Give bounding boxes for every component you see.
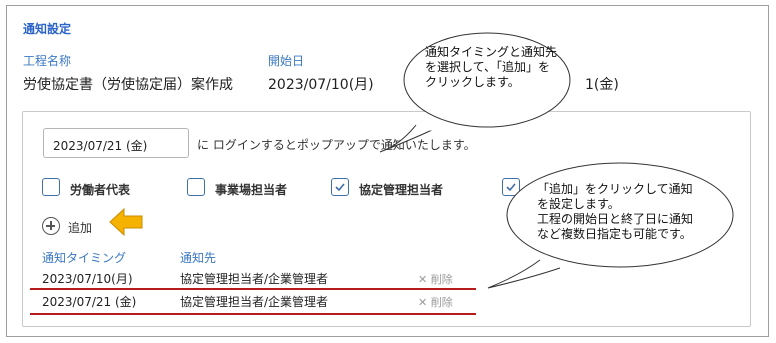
callout-right-text: 「追加」をクリックして通知 を設定します。 工程の開始日と終了日に通知 など複数… (537, 182, 693, 242)
checkbox-site-manager[interactable] (187, 178, 205, 196)
close-icon: ✕ (418, 296, 428, 309)
check-icon (335, 183, 345, 192)
close-icon: ✕ (418, 273, 428, 286)
notify-date-input[interactable]: 2023/07/21 (金) (43, 128, 189, 158)
add-icon[interactable] (42, 217, 60, 235)
checkbox-label-agreement-manager: 協定管理担当者 (359, 183, 444, 197)
row-underline (30, 313, 476, 315)
row-recipient: 協定管理担当者/企業管理者 (180, 272, 329, 286)
checkbox-agreement-manager[interactable] (331, 178, 349, 196)
callout-right-line: 「追加」をクリックして通知 (537, 182, 693, 196)
start-date-value: 2023/07/10(月) (268, 77, 374, 93)
callout-right-line: など複数日指定も可能です。 (537, 227, 692, 241)
row-recipient: 協定管理担当者/企業管理者 (180, 295, 329, 309)
row-timing: 2023/07/21 (金) (42, 295, 137, 309)
delete-label: 削除 (430, 273, 453, 286)
callout-top-line: を選択して、「追加」を (425, 60, 551, 74)
process-name-value: 労使協定書（労使協定届）案作成 (23, 77, 233, 93)
callout-right-line: を設定します。 (537, 197, 620, 211)
column-header-timing: 通知タイミング (42, 251, 127, 265)
callout-top-text: 通知タイミングと通知先 を選択して、「追加」を クリックします。 (425, 45, 557, 90)
checkbox-label-site-manager: 事業場担当者 (215, 183, 288, 197)
delete-button[interactable]: ✕ 削除 (418, 294, 453, 310)
left-arrow-icon (109, 207, 143, 237)
callout-top-line: 通知タイミングと通知先 (425, 45, 558, 59)
section-title: 通知設定 (23, 22, 72, 36)
checkbox-worker-representative[interactable] (42, 178, 60, 196)
add-button[interactable]: 追加 (68, 219, 92, 236)
process-name-label: 工程名称 (23, 54, 72, 68)
row-underline (30, 288, 476, 290)
delete-button[interactable]: ✕ 削除 (418, 271, 453, 287)
callout-right-line: 工程の開始日と終了日に通知 (537, 212, 694, 226)
column-header-recipient: 通知先 (180, 251, 217, 265)
start-date-label: 開始日 (268, 54, 305, 68)
delete-label: 削除 (430, 296, 453, 309)
end-date-value: 1(金) (585, 77, 619, 93)
checkbox-label-worker-representative: 労働者代表 (70, 183, 131, 197)
row-timing: 2023/07/10(月) (42, 272, 133, 286)
callout-top-line: クリックします。 (425, 75, 520, 89)
